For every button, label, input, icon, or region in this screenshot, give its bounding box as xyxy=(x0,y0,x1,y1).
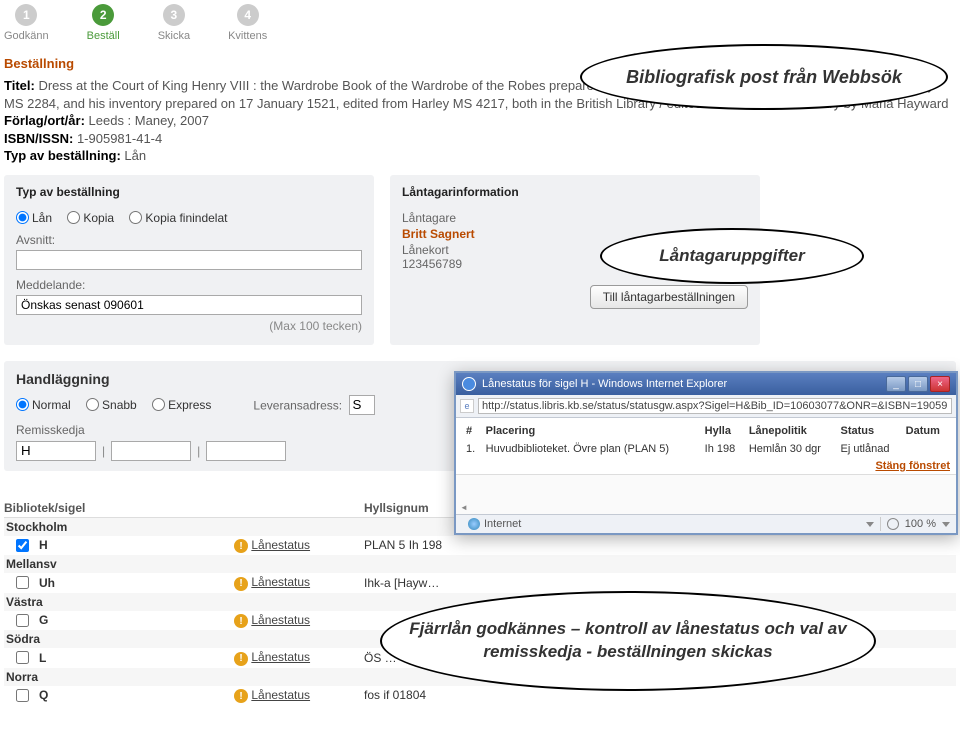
callout-biblio: Bibliografisk post från Webbsök xyxy=(580,44,948,110)
callout-borrower: Låntagaruppgifter xyxy=(600,228,864,284)
minimize-button[interactable]: _ xyxy=(886,376,906,392)
step-1: 1 Godkänn xyxy=(4,4,49,42)
ordertype-panel: Typ av beställning Lån Kopia Kopia finin… xyxy=(4,175,374,345)
holding-checkbox[interactable] xyxy=(16,689,29,702)
holding-checkbox[interactable] xyxy=(16,539,29,552)
info-icon[interactable]: ! xyxy=(234,614,248,628)
loan-status-popup: Lånestatus för sigel H - Windows Interne… xyxy=(454,371,958,535)
info-icon[interactable]: ! xyxy=(234,577,248,591)
loan-status-link[interactable]: Lånestatus xyxy=(251,650,310,664)
table-row: 1. Huvudbiblioteket. Övre plan (PLAN 5) … xyxy=(462,440,950,458)
favicon-icon: e xyxy=(460,399,474,413)
step-3: 3 Skicka xyxy=(158,4,190,42)
remiss-input-3[interactable] xyxy=(206,441,286,461)
step-indicator: 1 Godkänn 2 Beställ 3 Skicka 4 Kvittens xyxy=(0,0,960,52)
remiss-input-1[interactable] xyxy=(16,441,96,461)
zoom-icon xyxy=(887,518,899,530)
meddelande-input[interactable] xyxy=(16,295,362,315)
loan-status-link[interactable]: Lånestatus xyxy=(251,575,310,589)
step-4: 4 Kvittens xyxy=(228,4,267,42)
step-2: 2 Beställ xyxy=(87,4,120,42)
holding-checkbox[interactable] xyxy=(16,576,29,589)
holding-row: H! LånestatusPLAN 5 Ih 198 xyxy=(4,536,956,556)
status-table: # Placering Hylla Lånepolitik Status Dat… xyxy=(462,422,950,458)
zoom-level[interactable]: 100 % xyxy=(905,518,936,530)
loan-status-link[interactable]: Lånestatus xyxy=(251,613,310,627)
holding-checkbox[interactable] xyxy=(16,651,29,664)
avsnitt-input[interactable] xyxy=(16,250,362,270)
leverans-input[interactable] xyxy=(349,395,375,415)
loan-status-link[interactable]: Lånestatus xyxy=(251,538,310,552)
radio-normal[interactable]: Normal xyxy=(16,398,71,412)
radio-snabb[interactable]: Snabb xyxy=(86,398,137,412)
info-icon[interactable]: ! xyxy=(234,652,248,666)
loan-status-link[interactable]: Lånestatus xyxy=(251,688,310,702)
popup-titlebar[interactable]: Lånestatus för sigel H - Windows Interne… xyxy=(456,373,956,395)
radio-express[interactable]: Express xyxy=(152,398,211,412)
region-header: Mellansv xyxy=(4,555,956,573)
holding-row: Uh! LånestatusIhk-a [Hayw… xyxy=(4,573,956,593)
ie-icon xyxy=(462,377,476,391)
popup-scroll-area[interactable] xyxy=(456,474,956,514)
close-window-link[interactable]: Stäng fönstret xyxy=(875,460,950,472)
info-icon[interactable]: ! xyxy=(234,539,248,553)
info-icon[interactable]: ! xyxy=(234,689,248,703)
holding-row: Q! Lånestatusfos if 01804 xyxy=(4,686,956,706)
radio-kopia-fin[interactable]: Kopia finindelat xyxy=(129,211,227,225)
globe-icon xyxy=(468,518,480,530)
maximize-button[interactable]: □ xyxy=(908,376,928,392)
remiss-input-2[interactable] xyxy=(111,441,191,461)
close-button[interactable]: × xyxy=(930,376,950,392)
callout-fjarrlan: Fjärrlån godkännes – kontroll av lånesta… xyxy=(380,591,876,691)
address-bar[interactable]: http://status.libris.kb.se/status/status… xyxy=(478,398,952,414)
to-borrower-order-button[interactable]: Till låntagarbeställningen xyxy=(590,285,748,309)
holding-checkbox[interactable] xyxy=(16,614,29,627)
radio-kopia[interactable]: Kopia xyxy=(67,211,114,225)
radio-lan[interactable]: Lån xyxy=(16,211,52,225)
